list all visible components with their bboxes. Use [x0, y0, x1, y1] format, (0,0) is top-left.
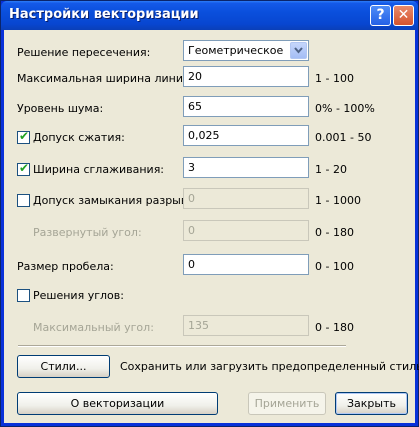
max-angle-label: Максимальный угол: — [33, 321, 154, 334]
gap-size-label: Размер пробела: — [17, 260, 114, 273]
compression-tolerance-label: Допуск сжатия: — [33, 131, 125, 144]
smoothing-width-checkbox[interactable]: ✔ — [17, 161, 30, 176]
compression-tolerance-input[interactable]: 0,025 — [183, 125, 309, 146]
about-vectorization-button[interactable]: О векторизации — [17, 392, 218, 415]
gap-closure-label: Допуск замыкания разрывов: — [33, 194, 205, 207]
vectorization-settings-window: Настройки векторизации ? ✕ Решение перес… — [0, 0, 419, 427]
apply-button: Применить — [248, 392, 326, 415]
unfolded-angle-input: 0 — [183, 220, 309, 241]
close-window-button[interactable]: ✕ — [393, 5, 414, 26]
help-button[interactable]: ? — [370, 5, 391, 26]
noise-level-range: 0% - 100% — [315, 102, 375, 115]
title-bar: Настройки векторизации ? ✕ — [1, 1, 418, 30]
styles-description: Сохранить или загрузить предопределенный… — [120, 360, 419, 373]
max-line-width-input[interactable]: 20 — [183, 66, 309, 87]
dialog-body: Решение пересечения: Геометрическое Макс… — [4, 30, 419, 423]
intersection-value: Геометрическое — [188, 44, 284, 57]
gap-closure-checkbox[interactable] — [17, 194, 30, 207]
close-icon: ✕ — [397, 7, 410, 23]
smoothing-width-input[interactable]: 3 — [183, 157, 309, 178]
noise-level-input[interactable]: 65 — [183, 96, 309, 117]
gap-closure-range: 1 - 1000 — [315, 194, 361, 207]
gap-size-input[interactable]: 0 — [183, 254, 309, 275]
compression-tolerance-range: 0.001 - 50 — [315, 131, 372, 144]
unfolded-angle-range: 0 - 180 — [315, 226, 354, 239]
smoothing-width-range: 1 - 20 — [315, 163, 347, 176]
check-icon: ✔ — [19, 129, 30, 143]
gap-closure-input: 0 — [183, 188, 309, 209]
max-angle-range: 0 - 180 — [315, 321, 354, 334]
help-icon: ? — [376, 7, 385, 23]
window-title: Настройки векторизации — [9, 7, 199, 22]
max-line-width-range: 1 - 100 — [315, 72, 354, 85]
max-angle-input: 135 — [183, 315, 309, 336]
check-icon: ✔ — [19, 161, 30, 175]
intersection-label: Решение пересечения: — [17, 46, 151, 59]
max-line-width-label: Максимальная ширина линии: — [17, 72, 194, 85]
compression-tolerance-checkbox[interactable]: ✔ — [17, 129, 30, 144]
gap-size-range: 0 - 100 — [315, 260, 354, 273]
noise-level-label: Уровень шума: — [17, 102, 104, 115]
unfolded-angle-label: Развернутый угол: — [33, 226, 142, 239]
intersection-select[interactable]: Геометрическое — [183, 40, 309, 61]
close-button[interactable]: Закрыть — [335, 392, 408, 415]
separator — [18, 345, 346, 347]
corner-solutions-label: Решения углов: — [33, 289, 124, 302]
chevron-down-icon[interactable] — [290, 42, 307, 59]
smoothing-width-label: Ширина сглаживания: — [33, 163, 165, 176]
styles-button[interactable]: Стили... — [17, 355, 110, 378]
corner-solutions-checkbox[interactable] — [17, 289, 30, 302]
